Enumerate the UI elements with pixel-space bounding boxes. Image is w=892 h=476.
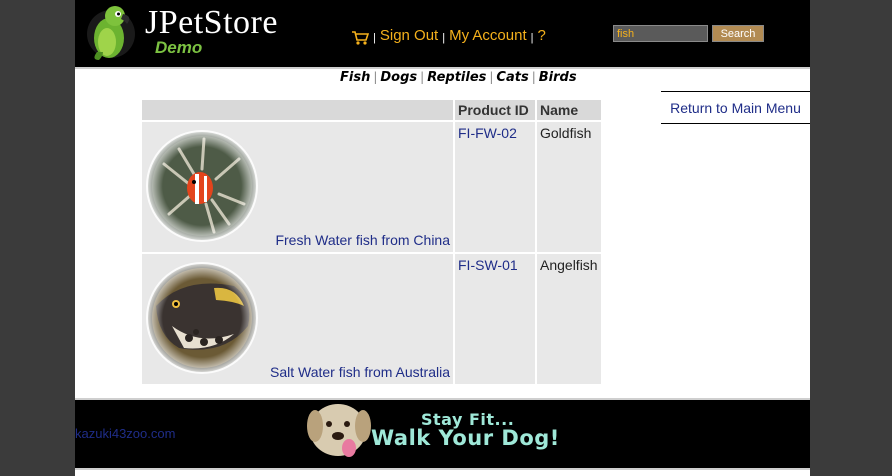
footer-bottom-divider xyxy=(75,468,810,470)
banner-line2: Walk Your Dog! xyxy=(371,426,560,450)
my-account-link[interactable]: My Account xyxy=(449,27,527,44)
sign-out-link[interactable]: Sign Out xyxy=(380,27,438,44)
back-link-box: Return to Main Menu xyxy=(661,91,810,124)
logo[interactable]: JPetStore Demo xyxy=(85,2,305,64)
quick-link-cats[interactable]: Cats xyxy=(496,70,528,85)
product-name-cell: Angelfish xyxy=(537,254,601,384)
table-row: Fresh Water fish from China FI-FW-02 Gol… xyxy=(142,122,601,252)
product-image-cell: Salt Water fish from Australia xyxy=(142,254,453,384)
footer: kazuki43zoo.com Stay Fit... Walk Your Do… xyxy=(75,400,810,468)
product-id-link[interactable]: FI-FW-02 xyxy=(458,125,517,141)
search-results-table: Product ID Name Fresh Water fish from Ch… xyxy=(140,98,603,386)
product-id-cell: FI-FW-02 xyxy=(455,122,535,252)
category-quick-links: Fish | Dogs | Reptiles | Cats | Birds xyxy=(340,70,577,85)
quick-link-reptiles[interactable]: Reptiles xyxy=(427,70,486,85)
clownfish-photo-icon[interactable] xyxy=(144,124,268,250)
search-input[interactable] xyxy=(613,25,708,42)
quick-link-dogs[interactable]: Dogs xyxy=(380,70,417,85)
table-header-row: Product ID Name xyxy=(142,100,601,120)
product-id-link[interactable]: FI-SW-01 xyxy=(458,257,518,273)
walk-your-dog-banner[interactable]: Stay Fit... Walk Your Dog! xyxy=(303,400,568,462)
quick-link-separator: | xyxy=(373,70,378,84)
quick-link-birds[interactable]: Birds xyxy=(539,70,577,85)
footer-user-text: kazuki43zoo.com xyxy=(75,426,176,441)
header-menu: | Sign Out | My Account | ? xyxy=(351,24,546,46)
logo-title: JPetStore xyxy=(145,4,278,41)
quick-link-separator: | xyxy=(489,70,494,84)
return-to-main-menu-link[interactable]: Return to Main Menu xyxy=(670,100,801,116)
header-divider xyxy=(75,67,810,69)
menu-separator: | xyxy=(442,32,446,44)
quick-link-separator: | xyxy=(420,70,425,84)
quick-link-fish[interactable]: Fish xyxy=(340,70,370,85)
menu-separator: | xyxy=(530,32,534,44)
header: JPetStore Demo | Sign Out | My Account |… xyxy=(75,0,810,67)
table-row: Salt Water fish from Australia FI-SW-01 … xyxy=(142,254,601,384)
column-header-image xyxy=(142,100,453,120)
search-button[interactable]: Search xyxy=(712,25,764,42)
product-id-cell: FI-SW-01 xyxy=(455,254,535,384)
page: JPetStore Demo | Sign Out | My Account |… xyxy=(75,0,810,476)
quick-link-separator: | xyxy=(531,70,536,84)
shopping-cart-icon[interactable] xyxy=(351,30,369,46)
product-image-cell: Fresh Water fish from China xyxy=(142,122,453,252)
menu-separator: | xyxy=(373,32,376,44)
search-form: Search xyxy=(613,25,764,42)
logo-subtitle: Demo xyxy=(155,38,203,57)
column-header-product-id: Product ID xyxy=(455,100,535,120)
help-link[interactable]: ? xyxy=(538,27,546,44)
dog-icon xyxy=(307,404,371,457)
product-description-link[interactable]: Salt Water fish from Australia xyxy=(270,364,450,380)
parrot-logo-icon xyxy=(87,6,135,60)
product-description-link[interactable]: Fresh Water fish from China xyxy=(275,232,450,248)
triggerfish-photo-icon[interactable] xyxy=(144,256,268,382)
column-header-name: Name xyxy=(537,100,601,120)
product-name-cell: Goldfish xyxy=(537,122,601,252)
